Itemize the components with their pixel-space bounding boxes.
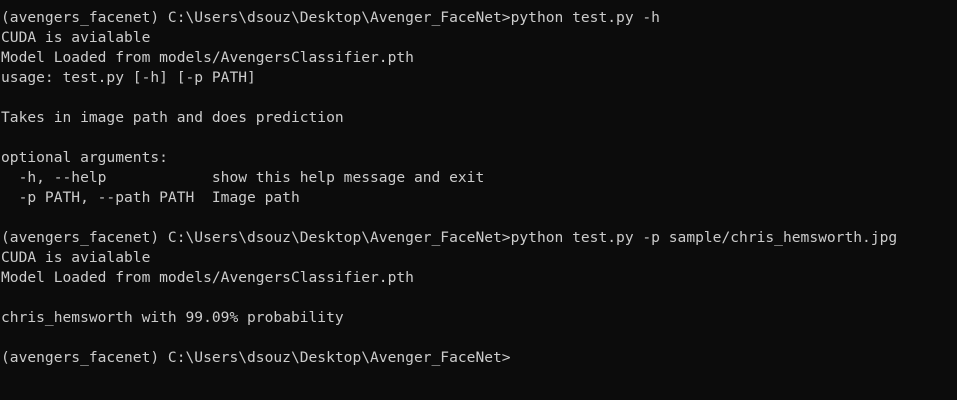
terminal-line-cuda-status: CUDA is avialable — [1, 29, 151, 46]
terminal-line-usage: usage: test.py [-h] [-p PATH] — [1, 69, 256, 86]
terminal-line-cuda-status: CUDA is avialable — [1, 249, 151, 266]
terminal-line-description: Takes in image path and does prediction — [1, 109, 344, 126]
current-prompt-text: (avengers_facenet) C:\Users\dsouz\Deskto… — [1, 349, 511, 366]
terminal-line-help-option: -h, --help show this help message and ex… — [1, 169, 485, 186]
terminal-line-path-option: -p PATH, --path PATH Image path — [1, 189, 300, 206]
terminal-output[interactable]: (avengers_facenet) C:\Users\dsouz\Deskto… — [0, 0, 957, 400]
terminal-line-prompt-predict-command: (avengers_facenet) C:\Users\dsouz\Deskto… — [1, 229, 898, 246]
terminal-line-prompt-help-command: (avengers_facenet) C:\Users\dsouz\Deskto… — [1, 9, 660, 26]
terminal-line-model-loaded: Model Loaded from models/AvengersClassif… — [1, 269, 414, 286]
terminal-line-prediction-result: chris_hemsworth with 99.09% probability — [1, 309, 344, 326]
terminal-line-model-loaded: Model Loaded from models/AvengersClassif… — [1, 49, 414, 66]
terminal-line-optional-arguments: optional arguments: — [1, 149, 168, 166]
terminal-line-current-prompt[interactable]: (avengers_facenet) C:\Users\dsouz\Deskto… — [0, 348, 957, 368]
